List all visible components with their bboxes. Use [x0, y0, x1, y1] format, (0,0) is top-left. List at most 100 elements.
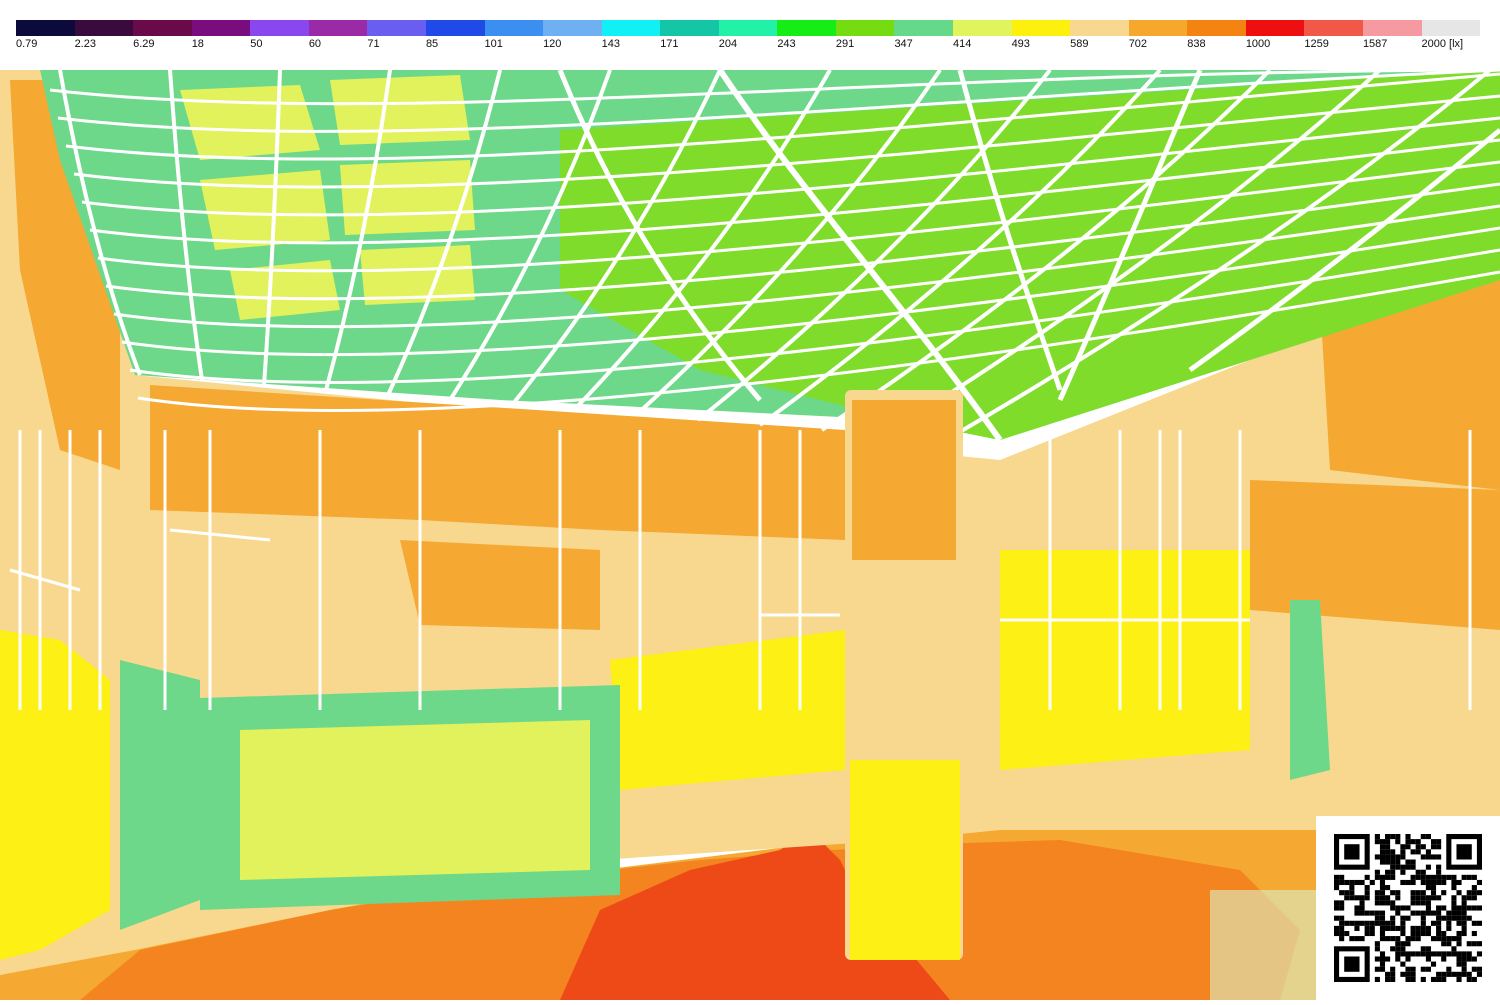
- qr-module: [1425, 910, 1431, 916]
- qr-module: [1425, 879, 1431, 886]
- qr-module: [1425, 864, 1431, 870]
- qr-module: [1461, 874, 1467, 880]
- qr-module: [1476, 905, 1482, 911]
- qr-module: [1420, 879, 1426, 886]
- qr-module: [1471, 905, 1477, 911]
- qr-module: [1410, 936, 1416, 942]
- qr-module: [1425, 834, 1431, 840]
- legend-label: 71: [367, 38, 380, 50]
- qr-module: [1441, 976, 1447, 982]
- qr-module: [1344, 879, 1350, 886]
- qr-module: [1415, 910, 1421, 916]
- qr-module: [1451, 885, 1457, 891]
- qr-module: [1436, 936, 1442, 942]
- qr-module: [1430, 844, 1437, 850]
- qr-module: [1364, 890, 1370, 896]
- legend-swatch: [425, 20, 485, 36]
- legend-swatch: [777, 20, 836, 36]
- qr-module: [1415, 900, 1421, 906]
- legend-swatch: [543, 20, 602, 36]
- qr-module: [1471, 966, 1477, 972]
- qr-module: [1405, 966, 1411, 972]
- qr-module: [1385, 895, 1391, 901]
- qr-module: [1410, 930, 1416, 937]
- qr-module: [1410, 976, 1416, 982]
- qr-module: [1339, 874, 1345, 880]
- qr-module: [1451, 936, 1457, 942]
- qr-module: [1441, 936, 1447, 942]
- qr-finder-module: [1344, 844, 1360, 860]
- qr-module: [1334, 900, 1340, 906]
- qr-module: [1390, 971, 1396, 977]
- qr-module: [1430, 976, 1437, 982]
- qr-module: [1400, 951, 1406, 957]
- qr-code[interactable]: [1316, 816, 1500, 1000]
- legend-swatch: [484, 20, 544, 36]
- qr-module: [1425, 905, 1431, 911]
- qr-module: [1425, 854, 1431, 860]
- qr-module: [1379, 910, 1386, 916]
- qr-module: [1430, 874, 1437, 880]
- qr-module: [1436, 905, 1442, 911]
- qr-module: [1420, 920, 1426, 926]
- qr-module: [1466, 971, 1472, 977]
- qr-module: [1461, 930, 1467, 937]
- qr-module: [1471, 885, 1477, 891]
- qr-module: [1471, 874, 1477, 880]
- qr-module: [1461, 920, 1467, 926]
- qr-module: [1420, 890, 1426, 896]
- qr-module: [1334, 930, 1340, 937]
- qr-module: [1400, 920, 1406, 926]
- qr-module: [1354, 936, 1360, 942]
- qr-module: [1339, 905, 1345, 911]
- qr-module: [1410, 874, 1416, 880]
- qr-module: [1395, 834, 1401, 840]
- qr-module: [1349, 895, 1355, 901]
- qr-module: [1410, 900, 1416, 906]
- qr-module: [1466, 890, 1472, 896]
- qr-module: [1364, 920, 1370, 926]
- qr-module: [1476, 951, 1482, 957]
- qr-module: [1456, 930, 1462, 937]
- legend-swatch: [718, 20, 778, 36]
- qr-module: [1410, 925, 1416, 931]
- qr-module: [1415, 936, 1421, 942]
- qr-module: [1405, 956, 1411, 962]
- qr-module: [1441, 890, 1447, 896]
- qr-module: [1334, 879, 1340, 886]
- legend-label: 1000: [1245, 38, 1271, 50]
- qr-module: [1364, 895, 1370, 901]
- qr-module: [1395, 910, 1401, 916]
- qr-module: [1364, 925, 1370, 931]
- qr-module: [1436, 930, 1442, 937]
- room-scene: [0, 68, 1500, 1000]
- qr-module: [1436, 920, 1442, 926]
- qr-module: [1349, 936, 1355, 942]
- qr-module: [1359, 910, 1365, 916]
- qr-module: [1379, 849, 1386, 855]
- legend-swatch: [308, 20, 368, 36]
- qr-module: [1359, 920, 1365, 926]
- qr-module: [1471, 890, 1477, 896]
- qr-module: [1334, 905, 1340, 911]
- qr-module: [1369, 910, 1375, 916]
- qr-module: [1456, 951, 1462, 957]
- qr-module: [1451, 905, 1457, 911]
- qr-module: [1441, 930, 1447, 937]
- qr-module: [1415, 895, 1421, 901]
- qr-module: [1420, 869, 1426, 875]
- qr-module: [1420, 915, 1426, 921]
- qr-module: [1339, 900, 1345, 906]
- qr-module: [1379, 900, 1386, 906]
- qr-module: [1369, 920, 1375, 926]
- qr-module: [1390, 890, 1396, 896]
- qr-module: [1395, 905, 1401, 911]
- legend-label: 120: [543, 38, 562, 50]
- legend-swatch: [16, 20, 75, 36]
- qr-module: [1420, 874, 1426, 880]
- qr-module: [1405, 839, 1411, 845]
- qr-module: [1466, 941, 1472, 947]
- qr-module: [1446, 925, 1452, 931]
- qr-module: [1436, 976, 1442, 982]
- qr-code-icon: [1334, 834, 1482, 982]
